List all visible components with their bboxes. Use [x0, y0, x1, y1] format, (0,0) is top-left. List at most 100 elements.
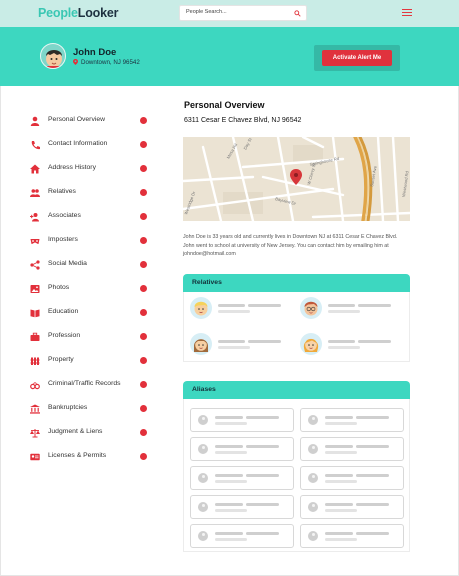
relative-detail-placeholder [328, 346, 360, 349]
sidebar-item-label: Judgment & Liens [48, 428, 103, 435]
alias-placeholder [215, 445, 243, 448]
relative-face-icon [194, 301, 208, 316]
alias-placeholder [325, 416, 353, 419]
user-placeholder-icon [308, 502, 318, 512]
sidebar-item-label: Profession [48, 332, 81, 339]
sidebar-item-photos[interactable]: Photos [30, 283, 152, 295]
relative-name-placeholder [248, 340, 281, 343]
person-location: Downtown, NJ 96542 [73, 59, 140, 66]
alert-button-frame: Activate Alert Me [314, 45, 400, 71]
sidebar-item-label: Education [48, 308, 79, 315]
search-icon[interactable] [294, 10, 301, 17]
alias-card[interactable] [300, 495, 404, 519]
status-dot [140, 141, 147, 148]
sidebar-item-education[interactable]: Education [30, 307, 152, 319]
search-input[interactable]: People Search... [179, 5, 307, 21]
status-dot [140, 357, 147, 364]
sidebar-item-associates[interactable]: Associates [30, 211, 152, 223]
relative-name-placeholder [328, 340, 355, 343]
status-dot [140, 429, 147, 436]
relative-avatar[interactable] [300, 297, 322, 319]
map[interactable]: Mesa Rd Day St Springhouse Rd Bayview Dr… [183, 137, 410, 221]
alias-placeholder [215, 480, 247, 483]
share-icon [30, 260, 40, 270]
status-dot [140, 117, 147, 124]
sidebar-item-label: Personal Overview [48, 116, 106, 123]
sidebar-item-licenses-permits[interactable]: Licenses & Permits [30, 451, 152, 463]
relative-face-icon [304, 301, 318, 316]
relative-name-placeholder [328, 304, 355, 307]
person-icon [30, 116, 40, 126]
user-placeholder-icon [198, 531, 208, 541]
sidebar-item-address-history[interactable]: Address History [30, 163, 152, 175]
sidebar-item-judgment-liens[interactable]: Judgment & Liens [30, 427, 152, 439]
alias-card[interactable] [190, 495, 294, 519]
sidebar-item-property[interactable]: Property [30, 355, 152, 367]
sidebar-item-label: Bankruptcies [48, 404, 88, 411]
sidebar-item-label: Social Media [48, 260, 87, 267]
alias-card[interactable] [190, 408, 294, 432]
bank-icon [30, 404, 40, 414]
sidebar-item-profession[interactable]: Profession [30, 331, 152, 343]
alias-placeholder [215, 538, 247, 541]
avatar [40, 43, 66, 69]
aliases-title: Aliases [192, 386, 216, 393]
group-icon [30, 189, 40, 197]
alias-placeholder [215, 422, 247, 425]
add-person-icon [30, 213, 39, 222]
sidebar-item-personal-overview[interactable]: Personal Overview [30, 115, 152, 127]
book-icon [30, 309, 40, 318]
alias-card[interactable] [300, 466, 404, 490]
menu-icon[interactable] [402, 9, 412, 17]
status-dot [140, 309, 147, 316]
sidebar-item-label: Imposters [48, 236, 78, 243]
status-dot [140, 189, 147, 196]
user-placeholder-icon [198, 415, 208, 425]
alias-card[interactable] [190, 437, 294, 461]
user-placeholder-icon [198, 473, 208, 483]
alias-card[interactable] [300, 408, 404, 432]
id-card-icon [30, 453, 40, 461]
alias-placeholder [325, 509, 357, 512]
relatives-header: Relatives [183, 274, 410, 292]
status-dot [140, 165, 147, 172]
sidebar-item-criminal-traffic-records[interactable]: Criminal/Traffic Records [30, 379, 152, 391]
sidebar-item-contact-information[interactable]: Contact Information [30, 139, 152, 151]
relative-detail-placeholder [218, 346, 250, 349]
alias-placeholder [325, 538, 357, 541]
alias-placeholder [246, 532, 279, 535]
brand-logo[interactable]: PeopleLooker [38, 6, 118, 20]
relative-name-placeholder [358, 340, 391, 343]
alias-card[interactable] [190, 524, 294, 548]
relative-avatar[interactable] [300, 333, 322, 355]
alias-placeholder [325, 503, 353, 506]
relatives-panel [183, 292, 410, 362]
location-pin-icon [73, 59, 78, 65]
sidebar-item-bankruptcies[interactable]: Bankruptcies [30, 403, 152, 415]
alias-card[interactable] [190, 466, 294, 490]
sidebar-item-imposters[interactable]: Imposters [30, 235, 152, 247]
alias-placeholder [325, 445, 353, 448]
alias-placeholder [215, 474, 243, 477]
alias-placeholder [246, 445, 279, 448]
scale-icon [30, 429, 40, 438]
sidebar-item-social-media[interactable]: Social Media [30, 259, 152, 271]
status-dot [140, 213, 147, 220]
relative-avatar[interactable] [190, 333, 212, 355]
relative-avatar[interactable] [190, 297, 212, 319]
sidebar-item-label: Property [48, 356, 74, 363]
activate-alert-button[interactable]: Activate Alert Me [322, 50, 392, 66]
person-location-text: Downtown, NJ 96542 [81, 59, 140, 66]
alias-card[interactable] [300, 437, 404, 461]
alias-placeholder [215, 532, 243, 535]
alias-placeholder [246, 474, 279, 477]
alias-placeholder [356, 416, 389, 419]
relative-face-icon [303, 338, 319, 352]
address-text: 6311 Cesar E Chavez Blvd, NJ 96542 [184, 117, 302, 124]
sidebar-item-relatives[interactable]: Relatives [30, 187, 152, 199]
alias-card[interactable] [300, 524, 404, 548]
alias-placeholder [215, 416, 243, 419]
alias-placeholder [356, 445, 389, 448]
alias-placeholder [246, 416, 279, 419]
sidebar-item-label: Photos [48, 284, 70, 291]
